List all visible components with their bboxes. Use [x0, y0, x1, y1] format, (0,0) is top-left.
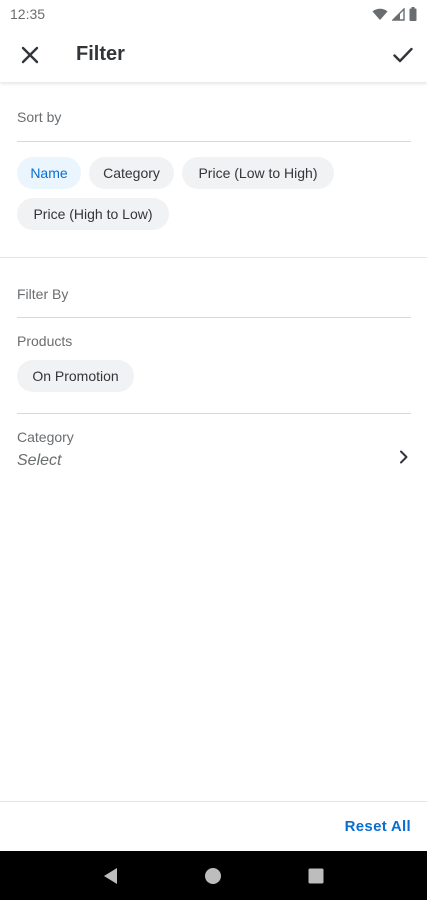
- footer-bar: Reset All: [0, 801, 427, 851]
- home-icon[interactable]: [204, 867, 222, 885]
- category-select[interactable]: Category Select: [0, 426, 427, 480]
- category-value: Select: [17, 452, 62, 469]
- battery-icon: [409, 7, 417, 21]
- wifi-icon: [372, 8, 388, 20]
- recents-icon[interactable]: [308, 868, 324, 884]
- sort-chip-price-low-high[interactable]: Price (Low to High): [182, 157, 334, 189]
- status-bar: 12:35: [0, 0, 427, 28]
- close-button[interactable]: [8, 33, 52, 77]
- filter-chip-on-promotion[interactable]: On Promotion: [17, 360, 134, 392]
- sort-chip-category[interactable]: Category: [89, 157, 174, 189]
- status-time: 12:35: [10, 6, 46, 22]
- sort-chip-name[interactable]: Name: [17, 157, 81, 189]
- status-icons: [372, 7, 417, 21]
- system-nav-bar: [0, 851, 427, 900]
- page-title: Filter: [76, 43, 125, 65]
- sort-divider: [17, 141, 411, 142]
- reset-all-button[interactable]: Reset All: [345, 818, 411, 835]
- app-bar: Filter: [0, 28, 427, 82]
- sort-by-label: Sort by: [17, 109, 62, 125]
- filter-divider: [17, 317, 411, 318]
- products-label: Products: [17, 333, 73, 349]
- check-icon: [393, 47, 413, 63]
- close-icon: [21, 46, 39, 64]
- products-divider: [17, 413, 411, 414]
- filter-by-label: Filter By: [17, 286, 69, 302]
- section-divider: [0, 257, 427, 258]
- back-icon[interactable]: [103, 867, 119, 885]
- category-label: Category: [17, 429, 74, 445]
- chevron-right-icon: [400, 450, 408, 464]
- signal-icon: [392, 7, 405, 21]
- sort-chip-price-high-low[interactable]: Price (High to Low): [17, 198, 169, 230]
- confirm-button[interactable]: [381, 33, 425, 77]
